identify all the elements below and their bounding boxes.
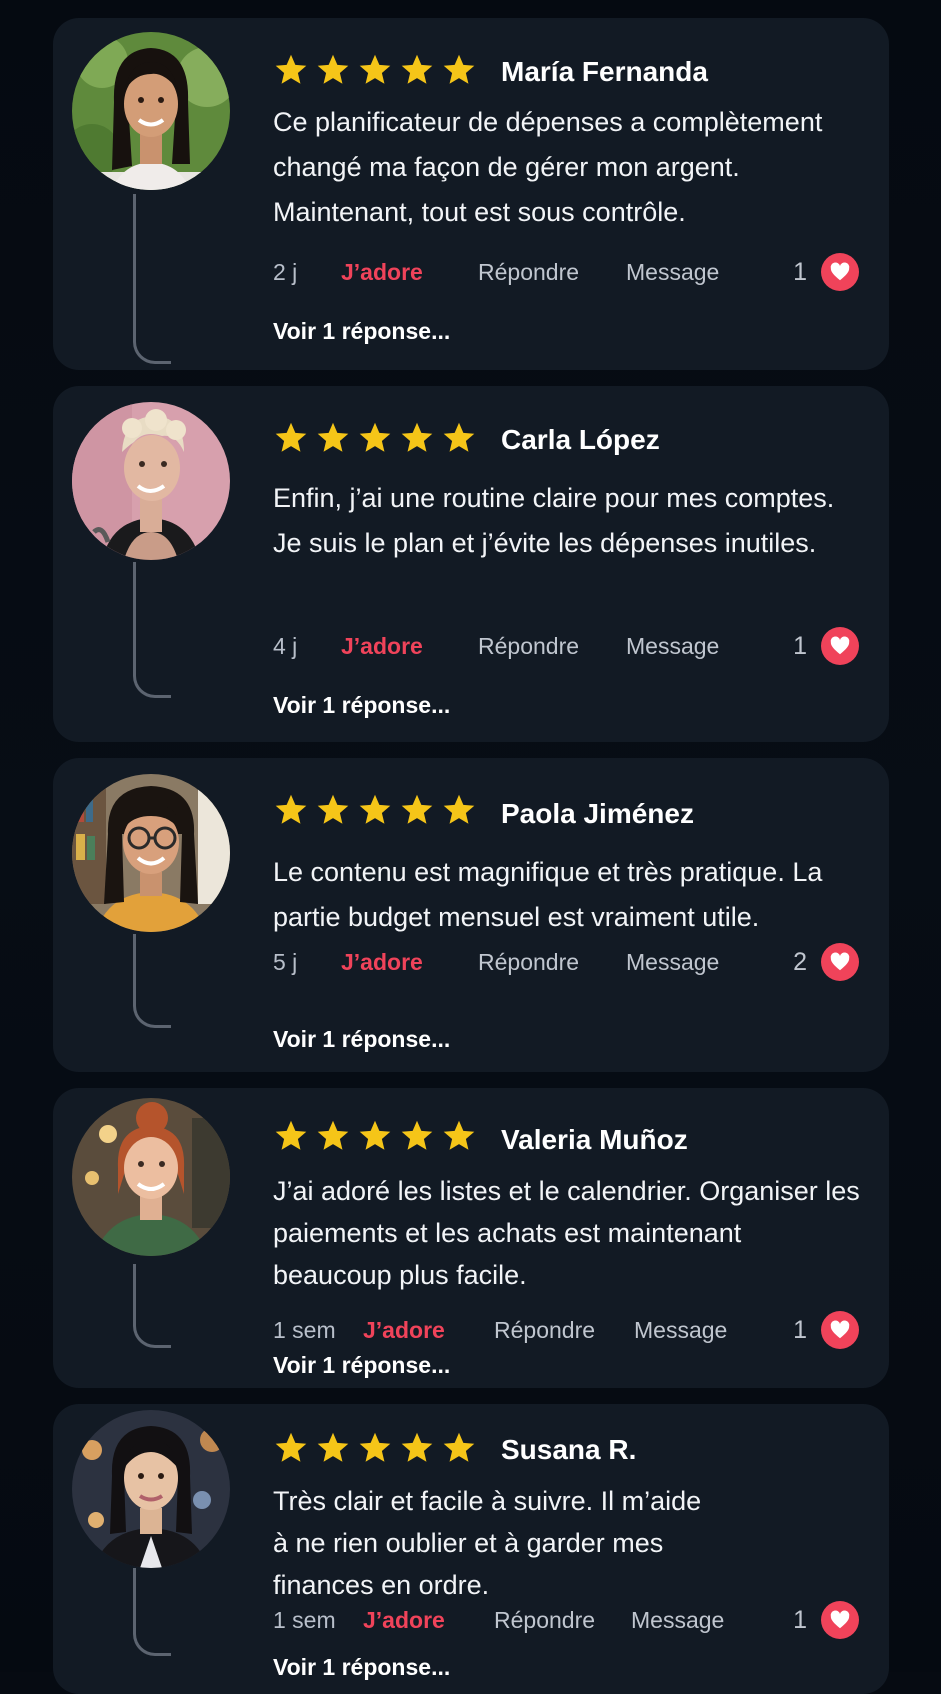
rating-stars xyxy=(273,1430,477,1466)
message-button[interactable]: Message xyxy=(626,949,719,976)
avatar[interactable] xyxy=(72,32,230,190)
review-card: María Fernanda Ce planificateur de dépen… xyxy=(53,18,889,370)
love-button[interactable]: J’adore xyxy=(341,259,478,286)
star-icon xyxy=(315,1118,351,1154)
reply-thread-line xyxy=(133,1264,171,1348)
rating-stars xyxy=(273,52,477,88)
heart-icon[interactable] xyxy=(821,627,859,665)
reply-thread-line xyxy=(133,1568,171,1656)
star-icon xyxy=(399,52,435,88)
view-replies-link[interactable]: Voir 1 réponse... xyxy=(273,318,450,345)
view-replies-link[interactable]: Voir 1 réponse... xyxy=(273,1352,450,1379)
heart-icon[interactable] xyxy=(821,1601,859,1639)
reply-button[interactable]: Répondre xyxy=(478,633,626,660)
heart-icon[interactable] xyxy=(821,1311,859,1349)
like-count: 1 xyxy=(793,257,807,286)
star-icon xyxy=(399,792,435,828)
message-button[interactable]: Message xyxy=(626,633,719,660)
star-icon xyxy=(315,52,351,88)
star-icon xyxy=(273,792,309,828)
message-button[interactable]: Message xyxy=(631,1607,724,1634)
reply-thread-line xyxy=(133,934,171,1028)
reply-button[interactable]: Répondre xyxy=(478,949,626,976)
review-text: Le contenu est magnifique et très pratiq… xyxy=(273,857,823,932)
star-icon xyxy=(357,52,393,88)
review-card: Valeria Muñoz J’ai adoré les listes et l… xyxy=(53,1088,889,1388)
star-icon xyxy=(441,792,477,828)
star-icon xyxy=(441,1118,477,1154)
star-icon xyxy=(399,420,435,456)
review-actions: 1 sem J’adore Répondre Message 1 xyxy=(273,1600,859,1640)
like-count: 1 xyxy=(793,1605,807,1634)
message-button[interactable]: Message xyxy=(634,1317,727,1344)
rating-stars xyxy=(273,420,477,456)
reviewer-name[interactable]: Paola Jiménez xyxy=(501,798,694,830)
review-text: J’ai adoré les listes et le calendrier. … xyxy=(273,1176,860,1290)
reply-button[interactable]: Répondre xyxy=(494,1317,634,1344)
star-icon xyxy=(399,1118,435,1154)
like-count: 2 xyxy=(793,947,807,976)
reviewer-name[interactable]: Carla López xyxy=(501,424,660,456)
avatar[interactable] xyxy=(72,1098,230,1256)
review-actions: 4 j J’adore Répondre Message 1 xyxy=(273,626,859,666)
rating-stars xyxy=(273,792,477,828)
reply-button[interactable]: Répondre xyxy=(494,1607,631,1634)
view-replies-link[interactable]: Voir 1 réponse... xyxy=(273,692,450,719)
rating-stars xyxy=(273,1118,477,1154)
review-card: Paola Jiménez Le contenu est magnifique … xyxy=(53,758,889,1072)
review-card: Susana R. Très clair et facile à suivre.… xyxy=(53,1404,889,1694)
reviewer-name[interactable]: Valeria Muñoz xyxy=(501,1124,688,1156)
review-time: 2 j xyxy=(273,258,298,285)
star-icon xyxy=(273,1430,309,1466)
review-time: 1 sem xyxy=(273,1606,336,1633)
star-icon xyxy=(315,1430,351,1466)
review-actions: 1 sem J’adore Répondre Message 1 xyxy=(273,1310,859,1350)
avatar[interactable] xyxy=(72,1410,230,1568)
message-button[interactable]: Message xyxy=(626,259,719,286)
like-count: 1 xyxy=(793,631,807,660)
star-icon xyxy=(357,792,393,828)
reviewer-name[interactable]: Susana R. xyxy=(501,1434,636,1466)
star-icon xyxy=(273,52,309,88)
review-text: Ce planificateur de dépenses a complètem… xyxy=(273,107,823,227)
review-card: Carla López Enfin, j’ai une routine clai… xyxy=(53,386,889,742)
view-replies-link[interactable]: Voir 1 réponse... xyxy=(273,1026,450,1053)
star-icon xyxy=(273,1118,309,1154)
reply-button[interactable]: Répondre xyxy=(478,259,626,286)
star-icon xyxy=(273,420,309,456)
star-icon xyxy=(315,792,351,828)
review-time: 5 j xyxy=(273,948,298,975)
reply-thread-line xyxy=(133,194,171,364)
reviewer-name[interactable]: María Fernanda xyxy=(501,56,708,88)
review-text: Très clair et facile à suivre. Il m’aide… xyxy=(273,1486,702,1600)
avatar[interactable] xyxy=(72,774,230,932)
like-count: 1 xyxy=(793,1315,807,1344)
review-text: Enfin, j’ai une routine claire pour mes … xyxy=(273,483,835,558)
avatar[interactable] xyxy=(72,402,230,560)
star-icon xyxy=(441,420,477,456)
view-replies-link[interactable]: Voir 1 réponse... xyxy=(273,1654,450,1681)
review-actions: 2 j J’adore Répondre Message 1 xyxy=(273,252,859,292)
love-button[interactable]: J’adore xyxy=(341,633,478,660)
review-time: 1 sem xyxy=(273,1316,336,1343)
reply-thread-line xyxy=(133,562,171,698)
star-icon xyxy=(357,1430,393,1466)
star-icon xyxy=(441,52,477,88)
star-icon xyxy=(441,1430,477,1466)
star-icon xyxy=(399,1430,435,1466)
heart-icon[interactable] xyxy=(821,943,859,981)
star-icon xyxy=(357,1118,393,1154)
love-button[interactable]: J’adore xyxy=(341,949,478,976)
love-button[interactable]: J’adore xyxy=(363,1317,494,1344)
review-actions: 5 j J’adore Répondre Message 2 xyxy=(273,942,859,982)
heart-icon[interactable] xyxy=(821,253,859,291)
review-time: 4 j xyxy=(273,632,298,659)
love-button[interactable]: J’adore xyxy=(363,1607,494,1634)
star-icon xyxy=(357,420,393,456)
star-icon xyxy=(315,420,351,456)
